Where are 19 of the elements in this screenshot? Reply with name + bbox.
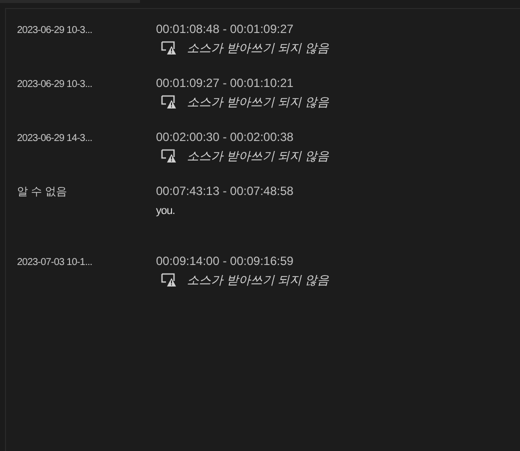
screen-warning-icon <box>161 149 177 163</box>
source-name: 2023-06-29 10-3... <box>16 78 94 92</box>
status-note: 소스가 받아쓰기 되지 않음 <box>187 94 330 111</box>
time-range: 00:07:43:13 - 00:07:48:58 <box>156 183 294 199</box>
source-name: 2023-06-29 10-3... <box>16 24 94 38</box>
screen-warning-icon <box>161 95 177 109</box>
source-name: 2023-07-03 10-1... <box>16 256 94 270</box>
screen-warning-icon <box>161 273 177 287</box>
time-range: 00:01:08:48 - 00:01:09:27 <box>156 21 294 37</box>
time-range: 00:09:14:00 - 00:09:16:59 <box>156 253 294 269</box>
transcript-text: you. <box>156 204 176 219</box>
status-note: 소스가 받아쓰기 되지 않음 <box>187 40 330 57</box>
time-range: 00:02:00:30 - 00:02:00:38 <box>156 129 294 145</box>
source-name: 알 수 없음 <box>16 185 68 200</box>
status-note: 소스가 받아쓰기 되지 않음 <box>187 148 330 165</box>
time-range: 00:01:09:27 - 00:01:10:21 <box>156 75 294 91</box>
source-name: 2023-06-29 14-3... <box>16 132 94 146</box>
screen-warning-icon <box>161 41 177 55</box>
status-note: 소스가 받아쓰기 되지 않음 <box>187 272 330 289</box>
